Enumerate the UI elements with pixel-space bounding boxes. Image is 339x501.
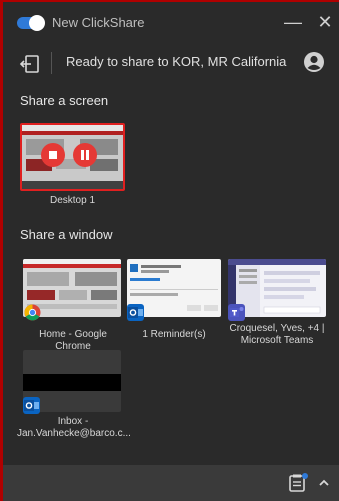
outlook-icon xyxy=(127,304,144,321)
window-label-reminder: 1 Reminder(s) xyxy=(142,329,206,340)
screen-label: Desktop 1 xyxy=(49,195,96,206)
toggle-knob xyxy=(29,15,45,31)
connection-status: Ready to share to KOR, MR California xyxy=(66,54,287,69)
notes-icon xyxy=(289,473,308,492)
exit-icon xyxy=(19,55,39,73)
account-icon xyxy=(304,52,324,72)
app-title: New ClickShare xyxy=(52,15,145,30)
notification-dot xyxy=(302,473,308,479)
stop-icon xyxy=(49,151,57,159)
window-label-teams: Croquesel, Yves, +4 | Microsoft Teams xyxy=(225,323,329,347)
teams-icon xyxy=(228,304,245,321)
title-bar: New ClickShare — ✕ xyxy=(3,2,339,42)
footer-bar xyxy=(3,465,339,501)
chevron-up-icon xyxy=(319,479,329,486)
outlook-icon xyxy=(23,397,40,414)
pause-sharing-button[interactable] xyxy=(73,143,97,167)
stop-sharing-button[interactable] xyxy=(41,143,65,167)
share-window-heading: Share a window xyxy=(20,227,113,242)
window-label-inbox-line2: Jan.Vanhecke@barco.c... xyxy=(17,428,131,439)
share-screen-heading: Share a screen xyxy=(20,93,109,108)
screen-thumbnail-desktop-1[interactable] xyxy=(20,123,125,191)
account-button[interactable] xyxy=(303,51,325,73)
minimize-button[interactable]: — xyxy=(280,8,306,36)
window-label-inbox-line1: Inbox - xyxy=(57,416,89,427)
window-label-teams-line2: Microsoft Teams xyxy=(240,335,314,346)
notes-button[interactable] xyxy=(287,472,309,494)
exit-button[interactable] xyxy=(19,54,41,74)
close-button[interactable]: ✕ xyxy=(312,8,338,36)
chrome-icon xyxy=(24,304,41,321)
window-label-teams-line1: Croquesel, Yves, +4 | xyxy=(229,323,325,334)
status-divider xyxy=(51,52,52,74)
pause-icon xyxy=(81,150,89,160)
expand-button[interactable] xyxy=(313,472,335,494)
window-label-inbox: Inbox - Jan.Vanhecke@barco.c... xyxy=(17,416,131,440)
share-toggle[interactable] xyxy=(17,15,45,31)
clickshare-window: New ClickShare — ✕ Ready to share to KOR… xyxy=(3,2,339,501)
